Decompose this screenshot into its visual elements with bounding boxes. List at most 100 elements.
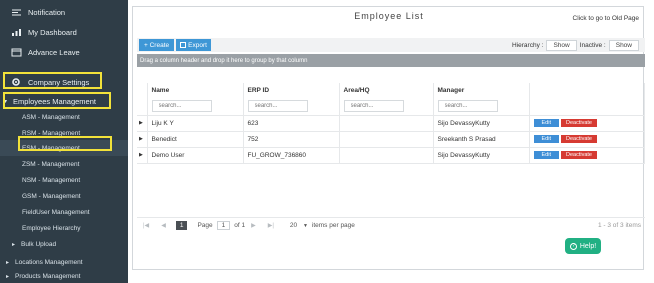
toggle-group: Hierarchy : Show Inactive : Show (512, 39, 645, 51)
page-title: Employee List (354, 11, 424, 21)
deactivate-button[interactable]: Deactivate (560, 151, 597, 159)
cell-actions: Edit Deactivate (529, 147, 645, 164)
export-label: Export (188, 41, 207, 49)
cell-actions: Edit Deactivate (529, 115, 645, 132)
cell-area (339, 115, 434, 132)
edit-button[interactable]: Edit (533, 151, 559, 159)
cell-name: Demo User (147, 147, 244, 164)
create-button[interactable]: + Create (139, 39, 175, 51)
sidebar-item-dashboard[interactable]: My Dashboard (0, 22, 128, 42)
export-button[interactable]: Export (176, 39, 211, 51)
area-search-input[interactable] (343, 99, 404, 112)
last-page-icon[interactable]: ▶| (268, 222, 274, 229)
main-panel: Employee List Click to go to Old Page + … (132, 6, 645, 270)
cell-area (339, 147, 434, 164)
expand-row-icon[interactable]: ▶ (137, 115, 148, 132)
pager-info: 1 - 3 of 3 items (598, 222, 641, 229)
sidebar: Notification My Dashboard Advance Leave … (0, 0, 128, 283)
pager: |◀ ◀ 1 Page 1 of 1 ▶ ▶| 20 ▼ items per p… (137, 217, 645, 233)
sidebar-item-label: GSM - Management (22, 192, 81, 200)
employee-table: Name ERP ID Area/HQ Manager ▶ Liju K Y 6… (137, 83, 645, 164)
manager-search-input[interactable] (437, 99, 498, 112)
sidebar-item-nsm[interactable]: NSM - Management (0, 172, 128, 188)
sidebar-item-label: Employee Hierarchy (22, 224, 81, 232)
sidebar-item-employee-hierarchy[interactable]: Employee Hierarchy (0, 220, 128, 236)
sidebar-item-bulk-upload[interactable]: ▸ Bulk Upload (0, 236, 128, 252)
dashboard-icon (10, 27, 22, 37)
cell-manager: Sreekanth S Prasad (433, 131, 530, 148)
filter-row (137, 97, 645, 116)
deactivate-button[interactable]: Deactivate (560, 135, 597, 143)
filter-cell (147, 97, 244, 116)
caret-right-icon: ▸ (12, 241, 16, 248)
cell-actions: Edit Deactivate (529, 131, 645, 148)
caret-right-icon: ▸ (6, 259, 10, 266)
page-label: Page (197, 222, 213, 229)
sidebar-item-fielduser[interactable]: FieldUser Management (0, 204, 128, 220)
sidebar-item-label: FieldUser Management (22, 208, 90, 216)
help-icon: ? (569, 242, 577, 250)
sidebar-item-label: Products Management (15, 272, 81, 280)
cell-manager: Sijo DevassyKutty (433, 147, 530, 164)
sidebar-item-label: Notification (28, 7, 66, 17)
cell-name: Benedict (147, 131, 244, 148)
old-page-link[interactable]: Click to go to Old Page (573, 15, 639, 22)
caret-right-icon: ▸ (6, 273, 10, 280)
employees-management-highlight (3, 92, 111, 109)
sidebar-item-label: Advance Leave (28, 47, 80, 57)
page-of-label: of 1 (234, 222, 246, 229)
spreadsheet-icon (180, 42, 187, 48)
sidebar-item-label: My Dashboard (28, 27, 77, 37)
calendar-icon (10, 47, 22, 57)
sidebar-item-label: NSM - Management (22, 176, 81, 184)
table-header-row: Name ERP ID Area/HQ Manager (137, 83, 645, 97)
table-row: ▶ Demo User FU_GROW_736860 Sijo DevassyK… (137, 147, 645, 164)
hierarchy-show-button[interactable]: Show (546, 39, 577, 51)
sidebar-item-gsm[interactable]: GSM - Management (0, 188, 128, 204)
sidebar-item-advance-leave[interactable]: Advance Leave (0, 42, 128, 62)
cell-name: Liju K Y (147, 115, 244, 132)
sidebar-item-asm[interactable]: ASM - Management (0, 109, 128, 125)
company-settings-highlight (3, 72, 102, 89)
cell-erp-id: FU_GROW_736860 (243, 147, 340, 164)
edit-button[interactable]: Edit (533, 119, 559, 127)
chevron-down-icon: ▼ (302, 223, 308, 229)
first-page-icon[interactable]: |◀ (143, 222, 149, 229)
per-page-select[interactable]: 20 ▼ (290, 222, 308, 229)
filter-cell (529, 97, 645, 116)
hierarchy-label: Hierarchy : (512, 41, 544, 49)
per-page-value: 20 (289, 222, 298, 229)
table-row: ▶ Benedict 752 Sreekanth S Prasad Edit De… (137, 131, 645, 148)
expand-row-icon[interactable]: ▶ (137, 147, 148, 164)
column-header-erp-id[interactable]: ERP ID (243, 83, 340, 97)
inactive-show-button[interactable]: Show (608, 39, 639, 51)
sidebar-item-label: ZSM - Management (22, 160, 80, 168)
sidebar-item-label: Locations Management (15, 258, 83, 266)
prev-page-icon[interactable]: ◀ (161, 222, 166, 229)
cell-area (339, 131, 434, 148)
toolbar: + Create Export Hierarchy : Show Inactiv… (137, 38, 645, 52)
sidebar-item-notification[interactable]: Notification (0, 2, 128, 22)
sidebar-item-products[interactable]: ▸ Products Management (0, 268, 128, 283)
per-page-label: items per page (311, 222, 355, 229)
deactivate-button[interactable]: Deactivate (560, 119, 597, 127)
group-drop-area[interactable]: Drag a column header and drop it here to… (137, 54, 645, 67)
filter-cell (339, 97, 434, 116)
sidebar-item-zsm[interactable]: ZSM - Management (0, 156, 128, 172)
page-input[interactable]: 1 (216, 221, 231, 230)
current-page-number[interactable]: 1 (175, 221, 188, 230)
filter-spacer (137, 97, 148, 116)
name-search-input[interactable] (151, 99, 212, 112)
edit-button[interactable]: Edit (533, 135, 559, 143)
column-header-name[interactable]: Name (147, 83, 244, 97)
expand-header (137, 83, 148, 97)
erp-search-input[interactable] (247, 99, 308, 112)
column-header-manager[interactable]: Manager (433, 83, 530, 97)
expand-row-icon[interactable]: ▶ (137, 131, 148, 148)
actions-header (529, 83, 645, 97)
next-page-icon[interactable]: ▶ (251, 222, 256, 229)
column-header-area[interactable]: Area/HQ (339, 83, 434, 97)
table-row: ▶ Liju K Y 623 Sijo DevassyKutty Edit Dea… (137, 115, 645, 132)
inactive-label: Inactive : (579, 41, 606, 49)
help-button[interactable]: ? Help! (565, 238, 601, 254)
